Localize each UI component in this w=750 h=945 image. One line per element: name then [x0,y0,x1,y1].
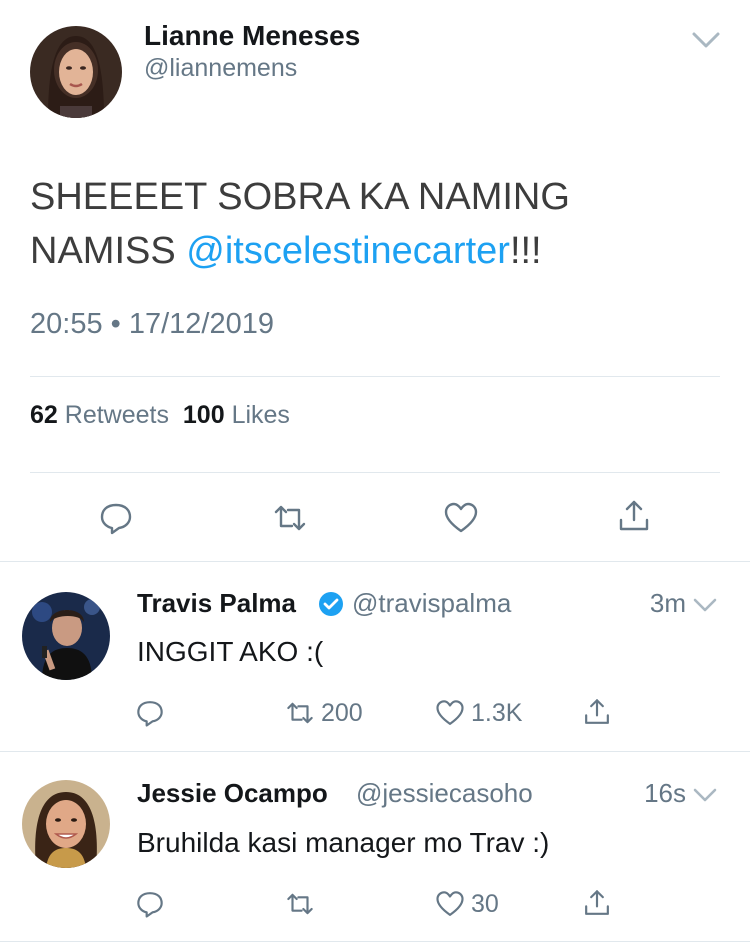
tweet-text-line1: SHEEEET SOBRA KA NAMING [30,176,570,218]
like-count: 1.3K [471,698,523,727]
like-icon[interactable] [443,500,479,536]
likes-count: 100 [182,401,225,429]
reply-button[interactable] [135,697,165,729]
retweets-count: 62 [30,401,58,429]
retweets-label: Retweets [64,401,169,429]
share-button[interactable] [582,696,612,728]
reply-author-name[interactable]: Travis Palma [137,588,296,619]
retweet-icon[interactable] [272,500,308,536]
chevron-down-icon[interactable] [692,786,718,804]
divider [0,561,750,562]
reply-time[interactable]: 16s [626,778,686,809]
author-name[interactable]: Lianne Meneses [144,20,360,52]
reply-text: INGGIT AKO :( [137,636,324,667]
likes-stat[interactable]: 100 Likes [183,401,290,429]
author-avatar[interactable] [30,26,122,118]
reply-avatar[interactable] [22,780,110,868]
tweet-stats: 62 Retweets 100 Likes [30,401,290,430]
reply-author-handle[interactable]: @travispalma [352,588,511,619]
reply-button[interactable] [135,888,165,920]
reply-icon [137,892,163,918]
retweet-button[interactable] [285,888,321,920]
share-icon [585,890,609,915]
retweet-count: 200 [321,698,363,727]
likes-label: Likes [231,401,290,429]
reply-icon[interactable] [98,500,134,536]
reply-avatar[interactable] [22,592,110,680]
share-button[interactable] [582,887,612,919]
author-handle[interactable]: @liannemens [144,54,297,83]
retweet-icon [287,702,313,724]
tweet-text-prefix: NAMISS [30,230,187,272]
retweets-stat[interactable]: 62 Retweets [30,401,169,429]
like-icon [436,891,464,916]
reply-text: Bruhilda kasi manager mo Trav :) [137,827,550,858]
retweet-icon [287,893,313,915]
like-count: 30 [471,889,499,918]
chevron-down-icon[interactable] [692,596,718,614]
share-icon[interactable] [616,498,652,534]
like-icon [436,700,464,725]
reply-author-handle[interactable]: @jessiecasoho [356,778,533,809]
tweet-timestamp[interactable]: 20:55 • 17/12/2019 [30,308,274,341]
like-button[interactable]: 30 [435,888,499,920]
reply-icon [137,701,163,727]
share-icon [585,699,609,724]
verified-badge-icon [318,591,344,617]
mention-link[interactable]: @itscelestinecarter [186,230,510,272]
divider [30,472,720,473]
divider [30,376,720,377]
divider [0,941,750,942]
tweet-text-suffix: !!! [509,230,542,272]
reply-time[interactable]: 3m [626,588,686,619]
retweet-button[interactable]: 200 [285,697,363,729]
chevron-down-icon[interactable] [690,28,722,52]
like-button[interactable]: 1.3K [435,697,522,729]
reply-author-name[interactable]: Jessie Ocampo [137,778,328,809]
tweet-text-line2: NAMISS @itscelestinecarter!!! [30,224,720,278]
divider [0,751,750,752]
tweet-text: SHEEEET SOBRA KA NAMING NAMISS @itsceles… [30,170,720,278]
